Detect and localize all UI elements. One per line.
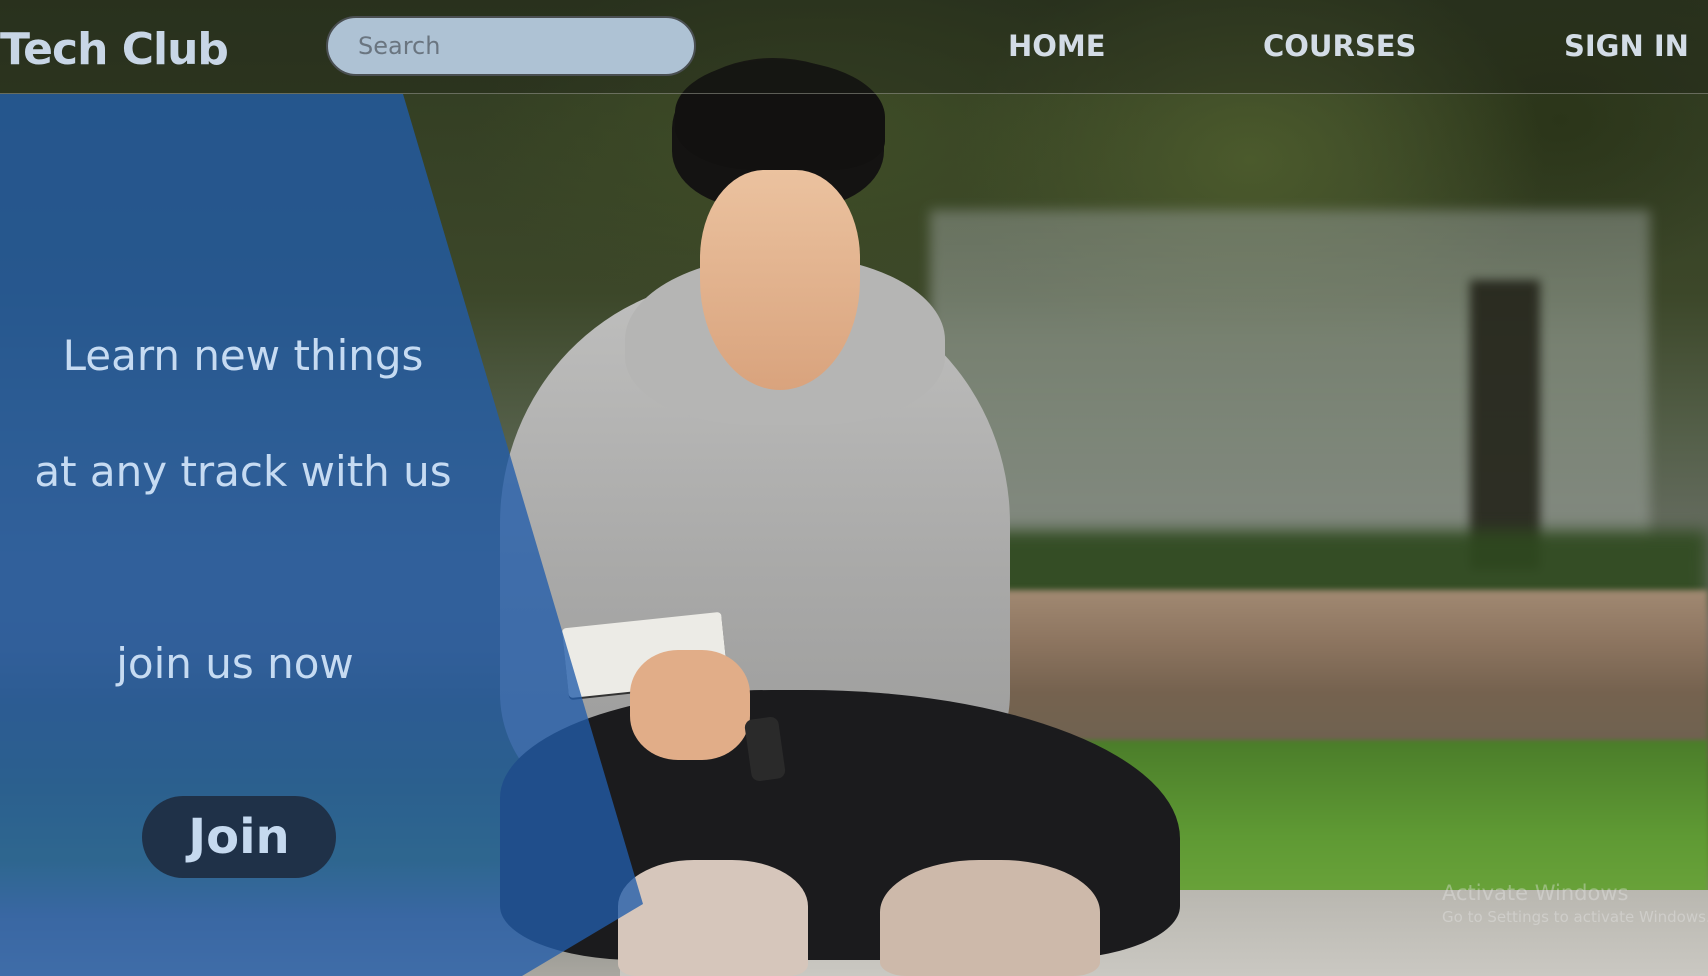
top-navbar: Tech Club HOME COURSES SIGN IN: [0, 0, 1708, 94]
nav-link-courses[interactable]: COURSES: [1263, 26, 1416, 66]
search-input[interactable]: [328, 18, 694, 74]
student-shoe-right: [880, 860, 1100, 976]
activate-windows-watermark: Activate Windows Go to Settings to activ…: [1442, 880, 1708, 928]
watermark-subtitle: Go to Settings to activate Windows.: [1442, 908, 1708, 926]
hero-headline-1: Learn new things: [62, 331, 424, 380]
nav-link-home[interactable]: HOME: [1008, 26, 1106, 66]
student-shoe-left: [618, 860, 808, 976]
hero-call-to-action-text: join us now: [116, 639, 354, 688]
search-box[interactable]: [326, 16, 696, 76]
student-face: [700, 170, 860, 390]
join-button[interactable]: Join: [142, 796, 336, 878]
hero-headline-2: at any track with us: [34, 447, 452, 496]
watermark-title: Activate Windows: [1442, 881, 1629, 905]
student-hand: [630, 650, 750, 760]
nav-link-sign-in[interactable]: SIGN IN: [1564, 26, 1689, 66]
brand-logo[interactable]: Tech Club: [0, 20, 229, 80]
